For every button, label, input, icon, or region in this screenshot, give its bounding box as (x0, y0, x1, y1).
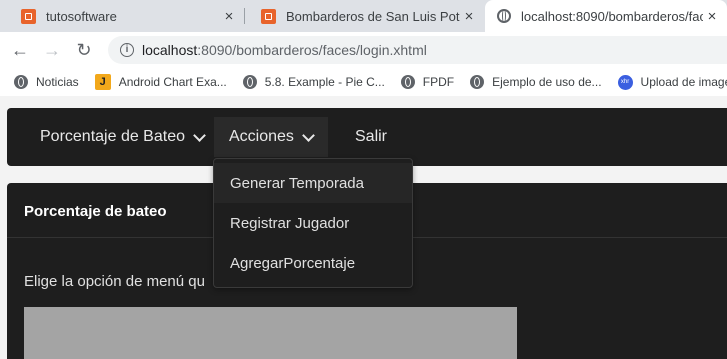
globe-icon (400, 75, 415, 89)
browser-tab-strip: tutosoftware × Bombarderos de San Luis P… (0, 0, 727, 32)
bookmark-noticias[interactable]: Noticias (14, 75, 79, 89)
close-tab-icon[interactable]: × (460, 8, 478, 25)
j-icon: J (94, 74, 111, 90)
tab-title: localhost:8090/bombarderos/faces/login.x… (521, 8, 703, 24)
tab-title: tutosoftware (46, 8, 117, 24)
globe-icon (497, 9, 511, 23)
chevron-down-icon (193, 128, 206, 142)
browser-tab-localhost[interactable]: localhost:8090/bombarderos/faces/login.x… (485, 0, 727, 32)
menu-label: Acciones (229, 128, 294, 145)
bookmark-android-chart[interactable]: J Android Chart Exa... (94, 74, 227, 90)
address-path: :8090/bombarderos/faces/login.xhtml (197, 42, 427, 58)
bookmark-label: Android Chart Exa... (118, 75, 227, 89)
bookmark-fpdf[interactable]: FPDF (400, 75, 455, 89)
bookmark-ejemplo[interactable]: Ejemplo de uso de... (470, 75, 602, 89)
menu-item-registrar-jugador[interactable]: Registrar Jugador (214, 203, 412, 243)
address-bar[interactable]: i localhost:8090/bombarderos/faces/login… (108, 36, 727, 64)
bookmark-upload[interactable]: xhr Upload de imagen (617, 74, 727, 90)
globe-icon (14, 75, 28, 89)
menu-label: Salir (355, 128, 388, 145)
bookmark-label: Upload de imagen (640, 75, 727, 89)
browser-tab-tutosoftware[interactable]: tutosoftware × (0, 0, 244, 32)
site-favicon-icon (261, 8, 276, 24)
acciones-dropdown-menu: Generar Temporada Registrar Jugador Agre… (213, 158, 413, 288)
site-info-icon[interactable]: i (120, 43, 134, 57)
menu-item-agregar-porcentaje[interactable]: AgregarPorcentaje (214, 243, 412, 283)
m-icon: xhr (617, 74, 633, 90)
bookmark-label: Ejemplo de uso de... (492, 75, 602, 89)
panel-title: Porcentaje de bateo (24, 203, 167, 220)
close-tab-icon[interactable]: × (703, 8, 721, 25)
globe-icon (242, 75, 257, 89)
menu-label: Porcentaje de Bateo (40, 128, 185, 145)
reload-icon[interactable]: ↻ (70, 32, 98, 68)
bookmarks-bar: Noticias J Android Chart Exa... 5.8. Exam… (0, 68, 727, 96)
panel-image (24, 307, 517, 359)
close-tab-icon[interactable]: × (220, 8, 238, 25)
panel-instruction-text: Elige la opción de menú qu (24, 273, 205, 290)
bookmark-label: Noticias (36, 75, 79, 89)
back-arrow-icon[interactable]: ← (6, 32, 34, 68)
address-url: localhost:8090/bombarderos/faces/login.x… (142, 42, 427, 58)
address-host: localhost (142, 42, 198, 58)
tab-title: Bombarderos de San Luis Potosí (286, 8, 460, 24)
forward-arrow-icon[interactable]: → (38, 32, 66, 68)
site-favicon-icon (21, 8, 36, 24)
menu-acciones[interactable]: Acciones (214, 117, 328, 157)
bookmark-pie-chart[interactable]: 5.8. Example - Pie C... (242, 75, 385, 89)
browser-toolbar: ← → ↻ i localhost:8090/bombarderos/faces… (0, 32, 727, 68)
menu-item-generar-temporada[interactable]: Generar Temporada (214, 163, 412, 203)
browser-tab-bombarderos[interactable]: Bombarderos de San Luis Potosí × (240, 0, 484, 32)
menu-porcentaje-de-bateo[interactable]: Porcentaje de Bateo (25, 108, 219, 166)
globe-icon (470, 75, 485, 89)
chevron-down-icon (302, 128, 315, 142)
bookmark-label: FPDF (422, 75, 455, 89)
bookmark-label: 5.8. Example - Pie C... (264, 75, 385, 89)
